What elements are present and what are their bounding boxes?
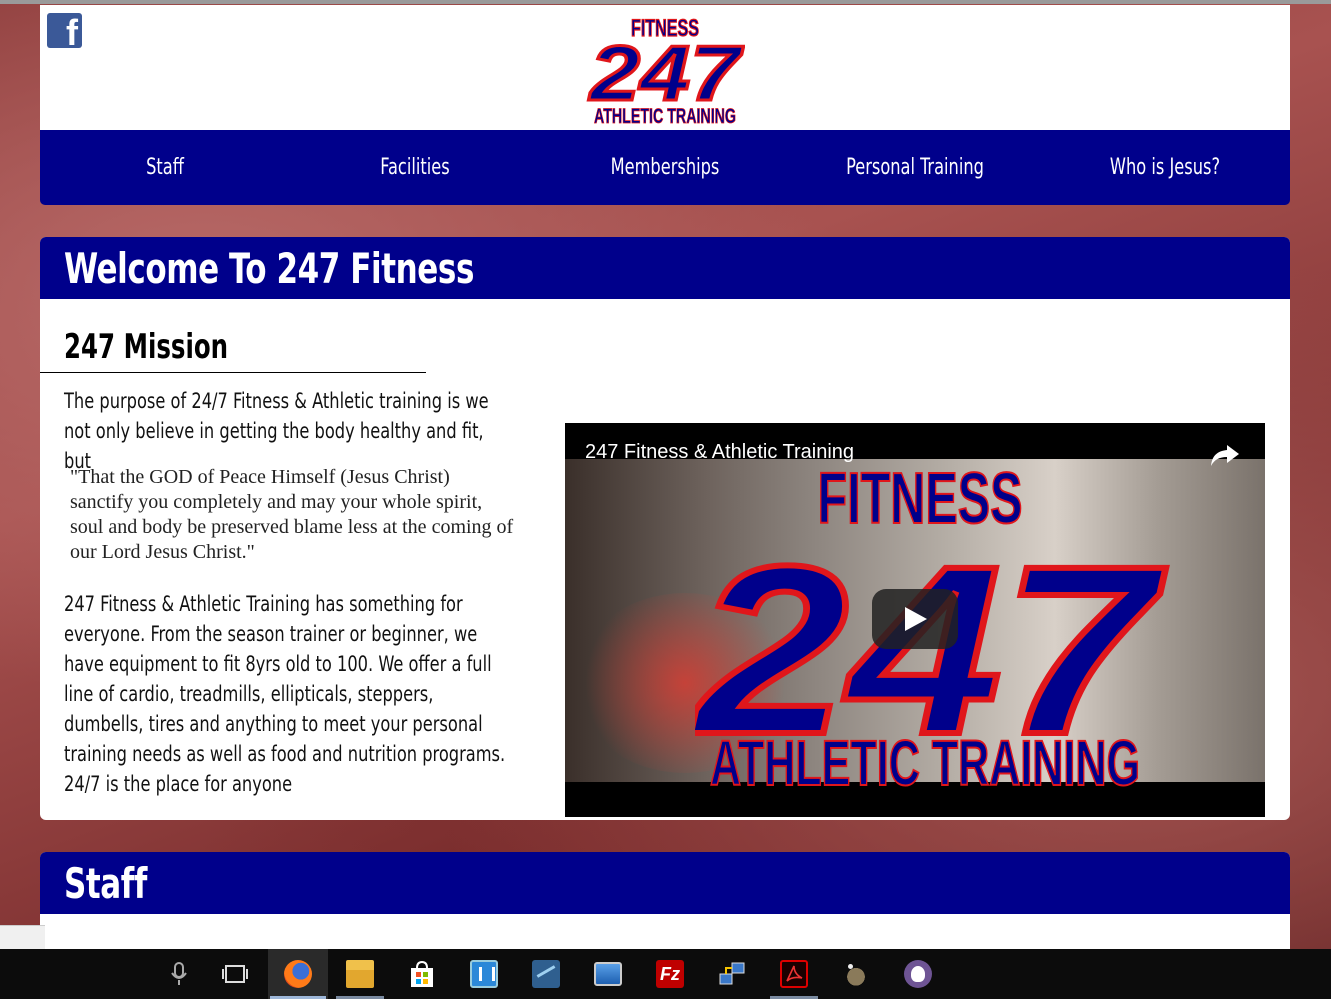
nav-staff[interactable]: Staff — [63, 130, 268, 205]
app-icon[interactable] — [454, 949, 514, 999]
page-corner-widget — [0, 925, 45, 950]
remote-desktop-icon[interactable] — [578, 949, 638, 999]
video-title[interactable]: 247 Fitness & Athletic Training — [585, 441, 854, 464]
staff-heading: Staff — [40, 852, 1290, 914]
nav-memberships[interactable]: Memberships — [563, 130, 768, 205]
facebook-icon[interactable]: f — [47, 13, 82, 48]
firefox-icon[interactable] — [268, 949, 328, 999]
mission-intro: The purpose of 24/7 Fitness & Athletic t… — [64, 389, 489, 473]
network-icon[interactable] — [702, 949, 762, 999]
welcome-heading: Welcome To 247 Fitness — [40, 237, 1290, 299]
acrobat-icon[interactable] — [764, 949, 824, 999]
site-logo[interactable]: FITNESS 247 ATHLETIC TRAINING — [585, 9, 745, 127]
logo-athletic-training-text: ATHLETIC TRAINING — [594, 105, 736, 127]
store-icon[interactable] — [392, 949, 452, 999]
main-nav: Staff Facilities Memberships Personal Tr… — [40, 130, 1290, 205]
filezilla-icon[interactable]: Fz — [640, 949, 700, 999]
welcome-card: Welcome To 247 Fitness 247 Mission The p… — [40, 237, 1290, 820]
mission-title: 247 Mission — [64, 327, 229, 367]
nav-facilities[interactable]: Facilities — [313, 130, 518, 205]
github-icon[interactable] — [888, 949, 948, 999]
site-header: f FITNESS 247 ATHLETIC TRAINING — [40, 5, 1290, 130]
file-explorer-icon[interactable] — [330, 949, 390, 999]
mysql-workbench-icon[interactable] — [516, 949, 576, 999]
microphone-icon[interactable] — [149, 949, 209, 999]
browser-top-edge — [0, 0, 1331, 4]
svg-text:ATHLETIC TRAINING: ATHLETIC TRAINING — [710, 727, 1140, 798]
taskbar: Fz — [0, 949, 1331, 999]
nav-personal-training[interactable]: Personal Training — [813, 130, 1018, 205]
video-player[interactable]: FITNESS 247 ATHLETIC TRAINING 247 Fitnes… — [565, 423, 1265, 817]
task-view-icon[interactable] — [205, 949, 265, 999]
share-icon[interactable] — [1209, 441, 1241, 469]
mission-divider — [40, 372, 426, 373]
logo-247-text: 247 — [588, 29, 744, 117]
play-button[interactable] — [872, 589, 958, 649]
nav-who-is-jesus[interactable]: Who is Jesus? — [1063, 130, 1268, 205]
mission-body: 247 Fitness & Athletic Training has some… — [64, 592, 506, 796]
gimp-icon[interactable] — [826, 949, 886, 999]
scripture-quote: "That the GOD of Peace Himself (Jesus Ch… — [70, 466, 514, 563]
